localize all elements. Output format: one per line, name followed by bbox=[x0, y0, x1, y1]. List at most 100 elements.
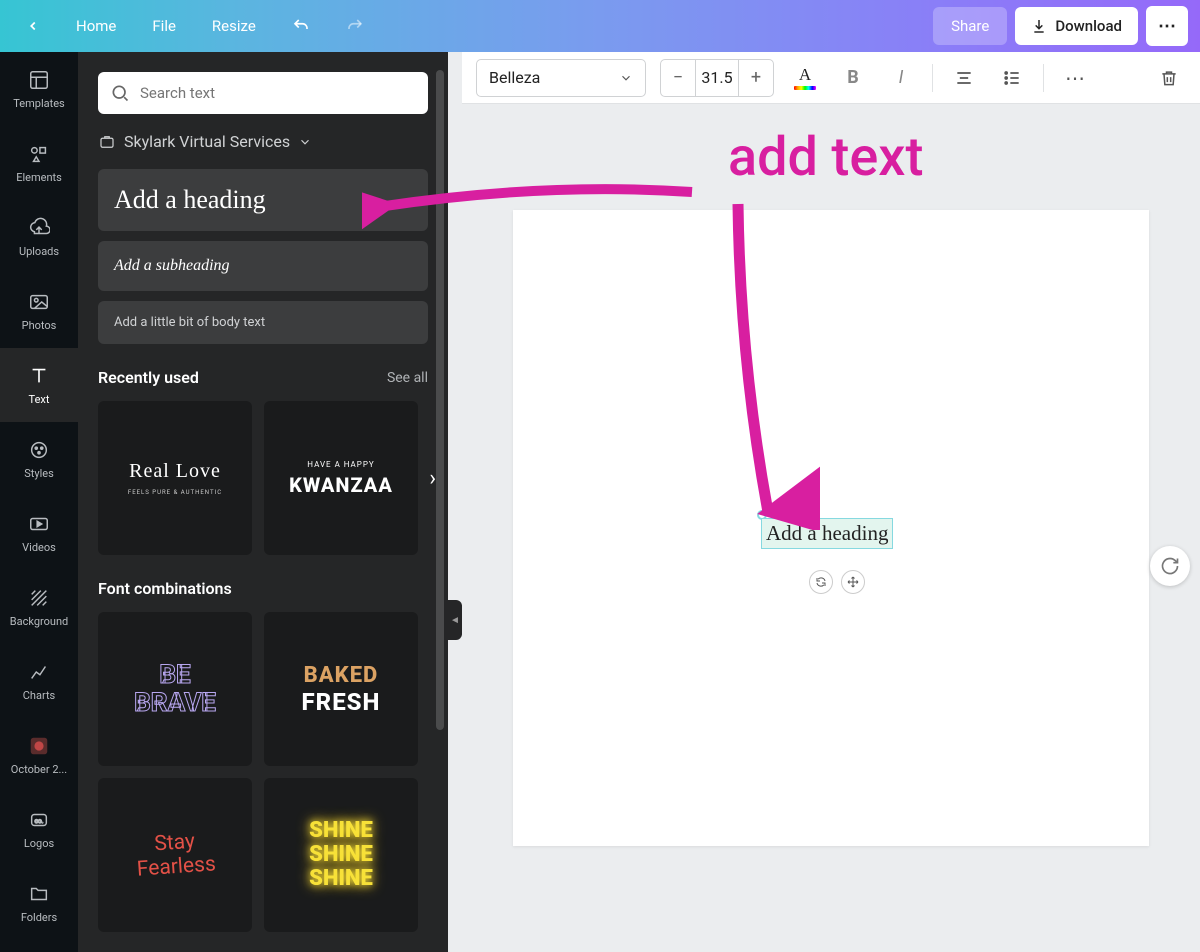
next-thumbs-button[interactable]: › bbox=[429, 466, 436, 491]
canvas-area[interactable]: Add a heading bbox=[462, 104, 1200, 952]
text-align-button[interactable] bbox=[947, 61, 981, 95]
thumb-text: BRAVE bbox=[134, 688, 216, 718]
sidebar-item-label: Folders bbox=[21, 911, 57, 924]
file-label: File bbox=[152, 17, 176, 35]
sidebar-item-text[interactable]: Text bbox=[0, 348, 78, 422]
add-heading-label: Add a heading bbox=[114, 185, 412, 215]
collapse-panel-button[interactable]: ◄ bbox=[448, 600, 462, 640]
annotation-text: add text bbox=[728, 126, 923, 189]
font-combos-row-2: StayFearless SHINESHINESHINE bbox=[98, 778, 428, 932]
recently-used-row: Real Love FEELS PURE & AUTHENTIC HAVE A … bbox=[98, 401, 428, 555]
top-bar: Home File Resize Share Download ⋯ bbox=[0, 0, 1200, 52]
move-button[interactable] bbox=[841, 570, 865, 594]
italic-icon: I bbox=[899, 67, 904, 88]
add-body-text-button[interactable]: Add a little bit of body text bbox=[98, 301, 428, 344]
sidebar-item-photos[interactable]: Photos bbox=[0, 274, 78, 348]
increase-font-size-button[interactable]: + bbox=[739, 60, 773, 96]
text-template-thumb[interactable]: BAKED FRESH bbox=[264, 612, 418, 766]
add-subheading-button[interactable]: Add a subheading bbox=[98, 241, 428, 291]
resize-button[interactable]: Resize bbox=[198, 9, 270, 43]
text-template-thumb[interactable]: StayFearless bbox=[98, 778, 252, 932]
sidebar-item-label: Background bbox=[10, 615, 68, 628]
sidebar-item-label: Videos bbox=[22, 541, 56, 554]
sidebar-item-uploads[interactable]: Uploads bbox=[0, 200, 78, 274]
download-icon bbox=[1031, 18, 1047, 34]
thumb-text: SHINE bbox=[309, 842, 373, 867]
list-button[interactable] bbox=[995, 61, 1029, 95]
text-panel: Skylark Virtual Services Add a heading A… bbox=[78, 52, 448, 952]
recently-used-header: Recently used See all bbox=[98, 368, 428, 387]
download-button[interactable]: Download bbox=[1015, 7, 1138, 45]
add-subheading-label: Add a subheading bbox=[114, 257, 412, 275]
page-refresh-button[interactable] bbox=[1150, 546, 1190, 586]
font-size-group: − + bbox=[660, 59, 774, 97]
brand-kit-dropdown[interactable]: Skylark Virtual Services bbox=[98, 132, 428, 151]
search-input[interactable] bbox=[140, 84, 416, 102]
svg-text:co.: co. bbox=[35, 816, 44, 824]
sidebar-item-background[interactable]: Background bbox=[0, 570, 78, 644]
undo-icon bbox=[292, 17, 310, 35]
styles-icon bbox=[28, 439, 50, 461]
sidebar-item-label: October 2... bbox=[11, 763, 67, 776]
design-canvas[interactable]: Add a heading bbox=[513, 210, 1149, 846]
undo-button[interactable] bbox=[278, 9, 324, 43]
design-thumb-icon bbox=[28, 735, 50, 757]
text-template-thumb[interactable]: Real Love FEELS PURE & AUTHENTIC bbox=[98, 401, 252, 555]
text-template-thumb[interactable]: HAVE A HAPPY KWANZAA bbox=[264, 401, 418, 555]
back-button[interactable] bbox=[12, 11, 54, 41]
thumb-text: Fearless bbox=[136, 852, 216, 881]
text-color-button[interactable]: A bbox=[788, 61, 822, 95]
sidebar-item-label: Uploads bbox=[19, 245, 59, 258]
redo-button[interactable] bbox=[332, 9, 378, 43]
home-button[interactable]: Home bbox=[62, 9, 130, 43]
charts-icon bbox=[28, 661, 50, 683]
see-all-link[interactable]: See all bbox=[387, 370, 428, 386]
font-name-value: Belleza bbox=[489, 68, 540, 87]
editor-toolbar: Belleza − + A B I ⋯ bbox=[462, 52, 1200, 104]
thumb-text: FEELS PURE & AUTHENTIC bbox=[128, 489, 222, 496]
left-sidebar: Templates Elements Uploads Photos Text S… bbox=[0, 52, 78, 952]
align-icon bbox=[954, 68, 974, 88]
sidebar-item-logos[interactable]: co. Logos bbox=[0, 792, 78, 866]
bold-button[interactable]: B bbox=[836, 61, 870, 95]
share-button[interactable]: Share bbox=[933, 7, 1007, 45]
text-color-icon: A bbox=[794, 65, 816, 90]
thumb-text: BAKED bbox=[304, 663, 379, 688]
sidebar-item-styles[interactable]: Styles bbox=[0, 422, 78, 496]
sidebar-item-folders[interactable]: Folders bbox=[0, 866, 78, 940]
font-family-select[interactable]: Belleza bbox=[476, 59, 646, 97]
add-heading-button[interactable]: Add a heading bbox=[98, 169, 428, 231]
rotate-button[interactable] bbox=[809, 570, 833, 594]
more-text-options-button[interactable]: ⋯ bbox=[1058, 61, 1092, 95]
sidebar-item-templates[interactable]: Templates bbox=[0, 52, 78, 126]
divider bbox=[932, 64, 933, 92]
thumb-text: HAVE A HAPPY bbox=[307, 460, 374, 469]
font-size-input[interactable] bbox=[695, 60, 739, 96]
logos-icon: co. bbox=[28, 809, 50, 831]
sidebar-item-charts[interactable]: Charts bbox=[0, 644, 78, 718]
font-combinations-header: Font combinations bbox=[98, 579, 428, 598]
home-label: Home bbox=[76, 17, 116, 35]
file-button[interactable]: File bbox=[138, 9, 190, 43]
font-combinations-title: Font combinations bbox=[98, 579, 232, 598]
text-a-letter: A bbox=[799, 65, 811, 85]
text-template-thumb[interactable]: BEBRAVE bbox=[98, 612, 252, 766]
add-body-label: Add a little bit of body text bbox=[114, 315, 265, 330]
sidebar-item-design-folder[interactable]: October 2... bbox=[0, 718, 78, 792]
decrease-font-size-button[interactable]: − bbox=[661, 60, 695, 96]
elements-icon bbox=[28, 143, 50, 165]
move-icon bbox=[847, 576, 859, 588]
more-button[interactable]: ⋯ bbox=[1146, 6, 1188, 46]
thumb-text: KWANZAA bbox=[289, 473, 393, 497]
sidebar-item-elements[interactable]: Elements bbox=[0, 126, 78, 200]
delete-button[interactable] bbox=[1152, 61, 1186, 95]
sidebar-item-videos[interactable]: Videos bbox=[0, 496, 78, 570]
chevron-left-icon bbox=[26, 19, 40, 33]
text-template-thumb[interactable]: SHINESHINESHINE bbox=[264, 778, 418, 932]
panel-scrollbar[interactable] bbox=[436, 70, 444, 730]
element-floating-controls bbox=[809, 570, 865, 594]
canvas-text-element[interactable]: Add a heading bbox=[761, 518, 893, 549]
search-box[interactable] bbox=[98, 72, 428, 114]
videos-icon bbox=[28, 513, 50, 535]
italic-button[interactable]: I bbox=[884, 61, 918, 95]
